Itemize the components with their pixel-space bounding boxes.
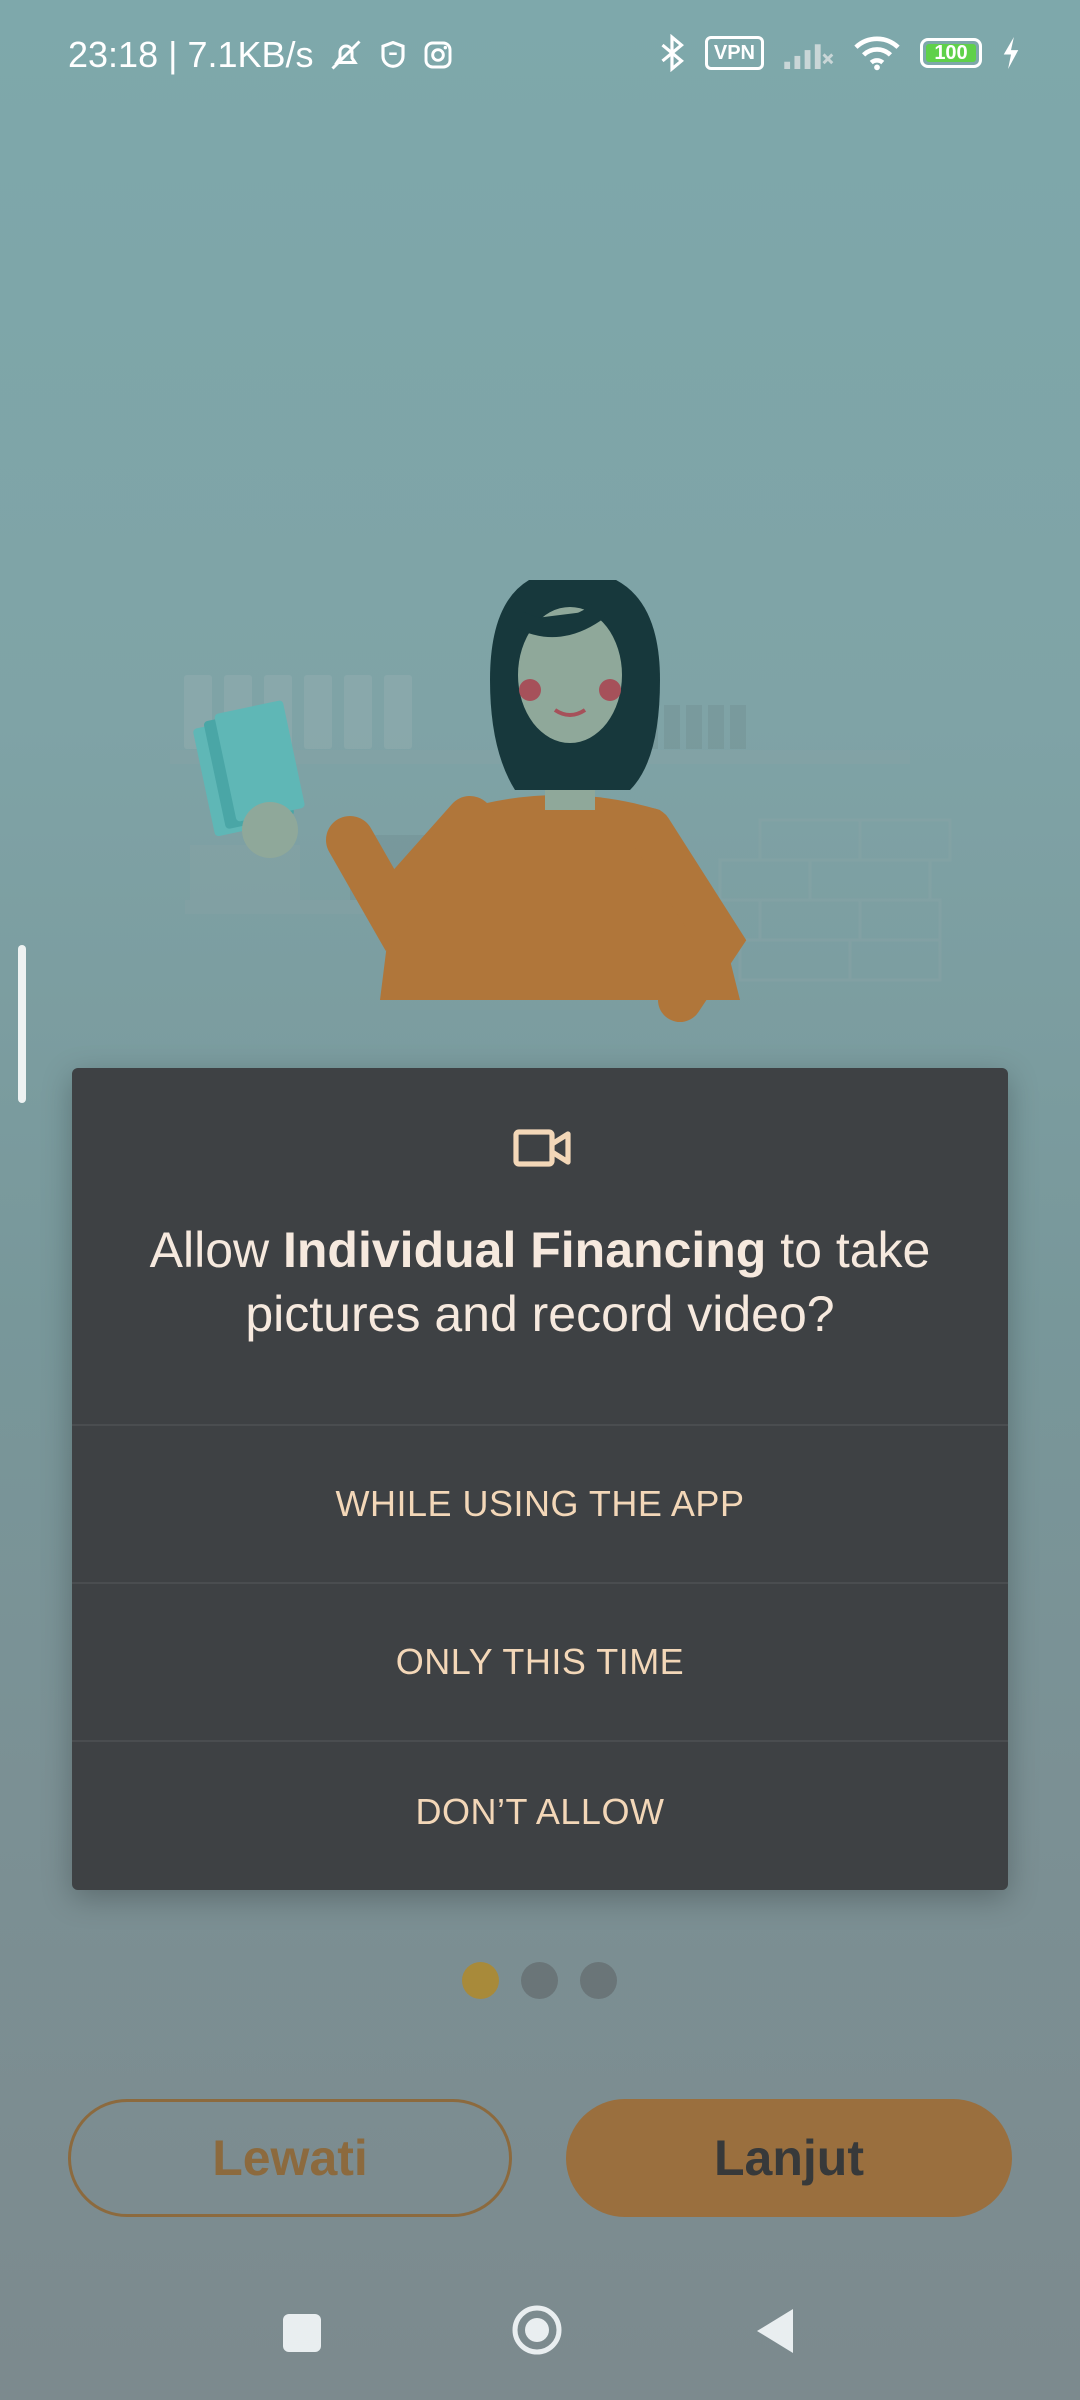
dont-allow-button[interactable]: DON’T ALLOW [72, 1734, 1008, 1890]
page-dot [580, 1962, 617, 1999]
home-icon[interactable] [512, 2305, 562, 2355]
battery-level: 100 [926, 42, 976, 64]
video-camera-icon [513, 1129, 571, 1167]
dialog-title: Allow Individual Financing to take pictu… [112, 1218, 968, 1346]
page-indicator [462, 1962, 617, 1999]
status-right: VPN 100 [659, 34, 1020, 72]
vpn-icon: VPN [704, 36, 764, 70]
status-left: 23:18 | 7.1KB/s [68, 34, 454, 76]
recents-icon[interactable] [283, 2314, 321, 2352]
wifi-icon [854, 36, 900, 71]
page-dot [521, 1962, 558, 1999]
page-dot-active [462, 1962, 499, 1999]
skip-button[interactable]: Lewati [68, 2099, 512, 2217]
instagram-icon [424, 41, 451, 69]
next-button[interactable]: Lanjut [566, 2099, 1012, 2217]
welcome-illustration [170, 580, 952, 1022]
charging-icon [1003, 37, 1019, 69]
back-icon[interactable] [755, 2307, 795, 2355]
signal-icon [784, 44, 834, 69]
title-prefix: Allow [149, 1222, 283, 1278]
while-using-app-button[interactable]: WHILE USING THE APP [72, 1426, 1008, 1582]
battery-icon: 100 [920, 38, 982, 68]
status-bar: 23:18 | 7.1KB/s VPN 100 [0, 0, 1080, 120]
bell-off-icon [330, 40, 361, 70]
app-name: Individual Financing [283, 1222, 767, 1278]
time-speed-text: 23:18 | 7.1KB/s [68, 34, 314, 75]
bluetooth-icon [661, 34, 684, 72]
permission-dialog: Allow Individual Financing to take pictu… [72, 1068, 1008, 1890]
only-this-time-button[interactable]: ONLY THIS TIME [72, 1584, 1008, 1740]
scroll-indicator[interactable] [18, 945, 26, 1103]
shield-icon [380, 40, 405, 68]
